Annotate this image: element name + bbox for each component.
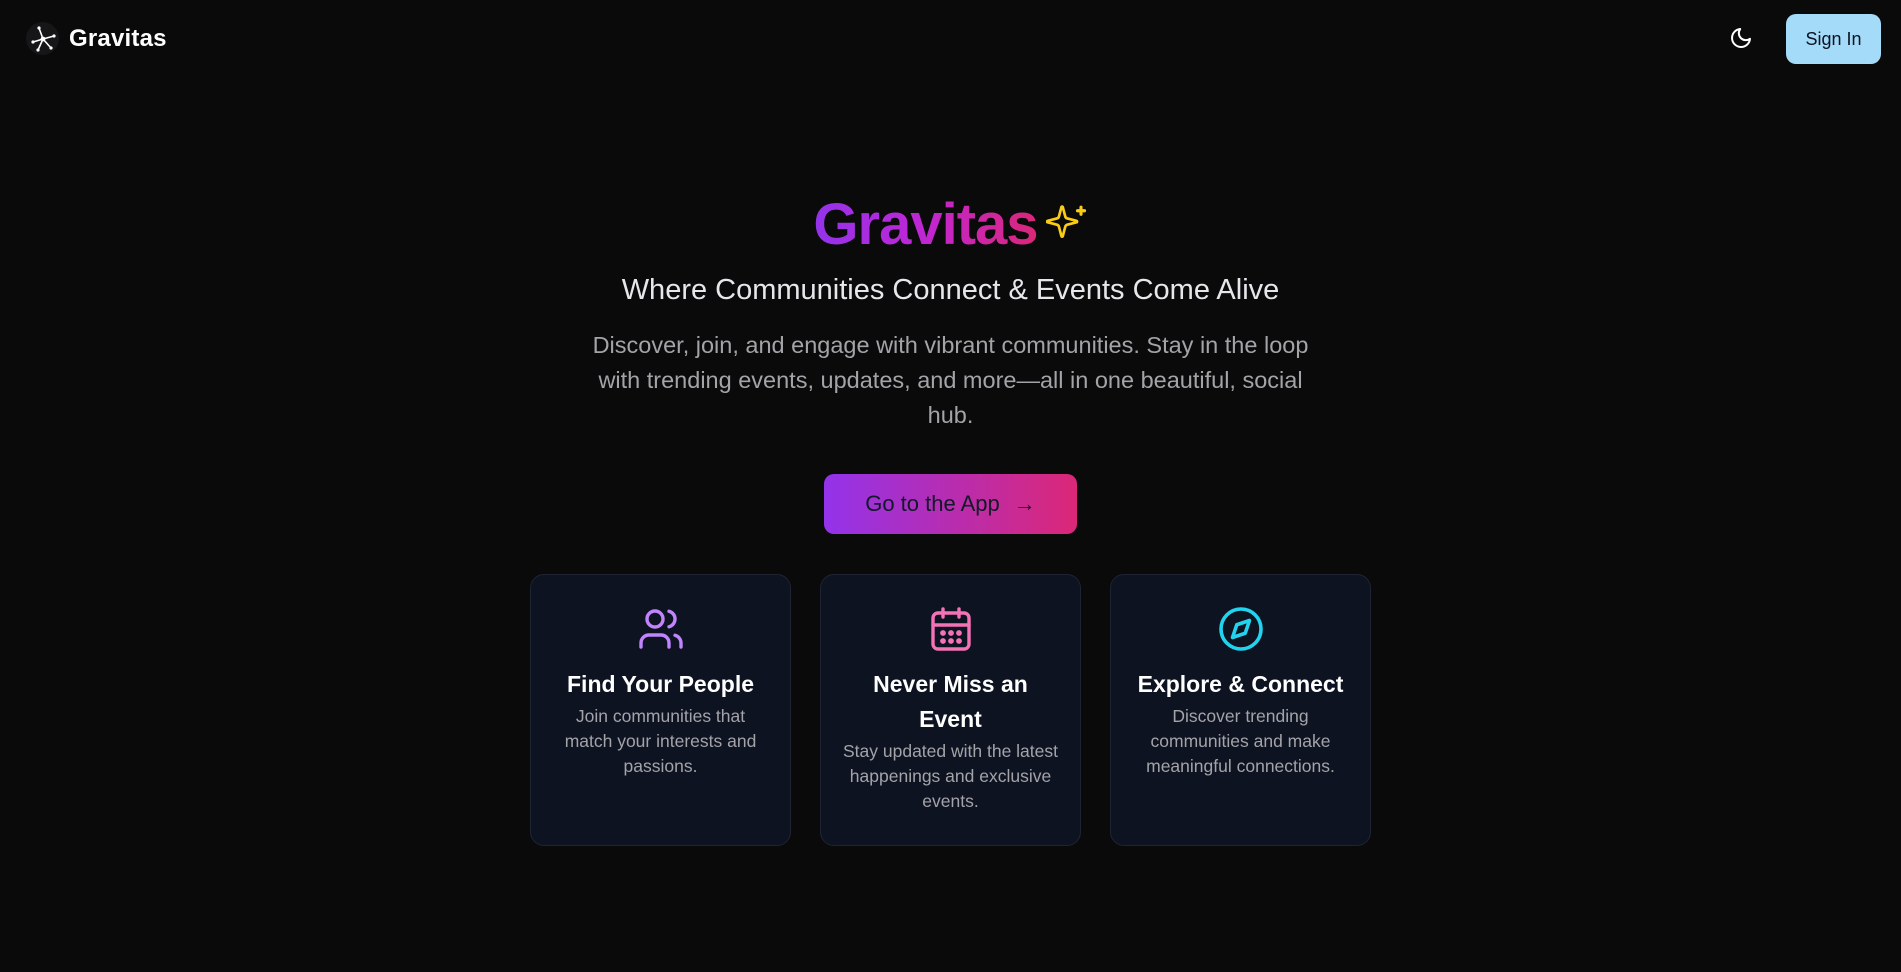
go-to-app-button[interactable]: Go to the App →	[824, 474, 1077, 534]
hero-title-text: Gravitas	[813, 190, 1038, 260]
brand-logo-link[interactable]: Gravitas	[26, 22, 167, 55]
feature-text: Stay updated with the latest happenings …	[843, 741, 1058, 811]
arrow-right-icon: →	[1013, 491, 1036, 516]
calendar-icon	[927, 605, 975, 653]
compass-icon	[1217, 605, 1265, 653]
constellation-logo-icon	[26, 22, 59, 55]
features-section: Find Your People Join communities that m…	[530, 574, 1372, 846]
feature-title: Explore & Connect	[1137, 671, 1344, 697]
site-header: Gravitas Sign In	[0, 0, 1901, 80]
hero-description: Discover, join, and engage with vibrant …	[592, 332, 1309, 428]
sparkles-icon	[1045, 202, 1088, 249]
users-icon	[637, 605, 685, 653]
feature-title: Never Miss an Event	[873, 671, 1028, 732]
hero-subtitle: Where Communities Connect & Events Come …	[621, 274, 1280, 306]
go-to-app-label: Go to the App	[865, 491, 1000, 516]
feature-text: Discover trending communities and make m…	[1146, 706, 1335, 776]
theme-toggle-button[interactable]	[1724, 23, 1758, 57]
feature-title: Find Your People	[567, 671, 754, 697]
sign-in-button[interactable]: Sign In	[1786, 14, 1881, 64]
feature-card-find-people: Find Your People Join communities that m…	[530, 574, 791, 846]
hero-title: Gravitas	[813, 190, 1087, 260]
hero-section: Gravitas Where Communities Connect & Eve…	[0, 190, 1901, 433]
moon-icon	[1729, 26, 1753, 55]
brand-name: Gravitas	[69, 24, 167, 52]
feature-text: Join communities that match your interes…	[564, 706, 757, 776]
feature-card-never-miss-event: Never Miss an Event Stay updated with th…	[820, 574, 1081, 846]
feature-card-explore-connect: Explore & Connect Discover trending comm…	[1110, 574, 1371, 846]
